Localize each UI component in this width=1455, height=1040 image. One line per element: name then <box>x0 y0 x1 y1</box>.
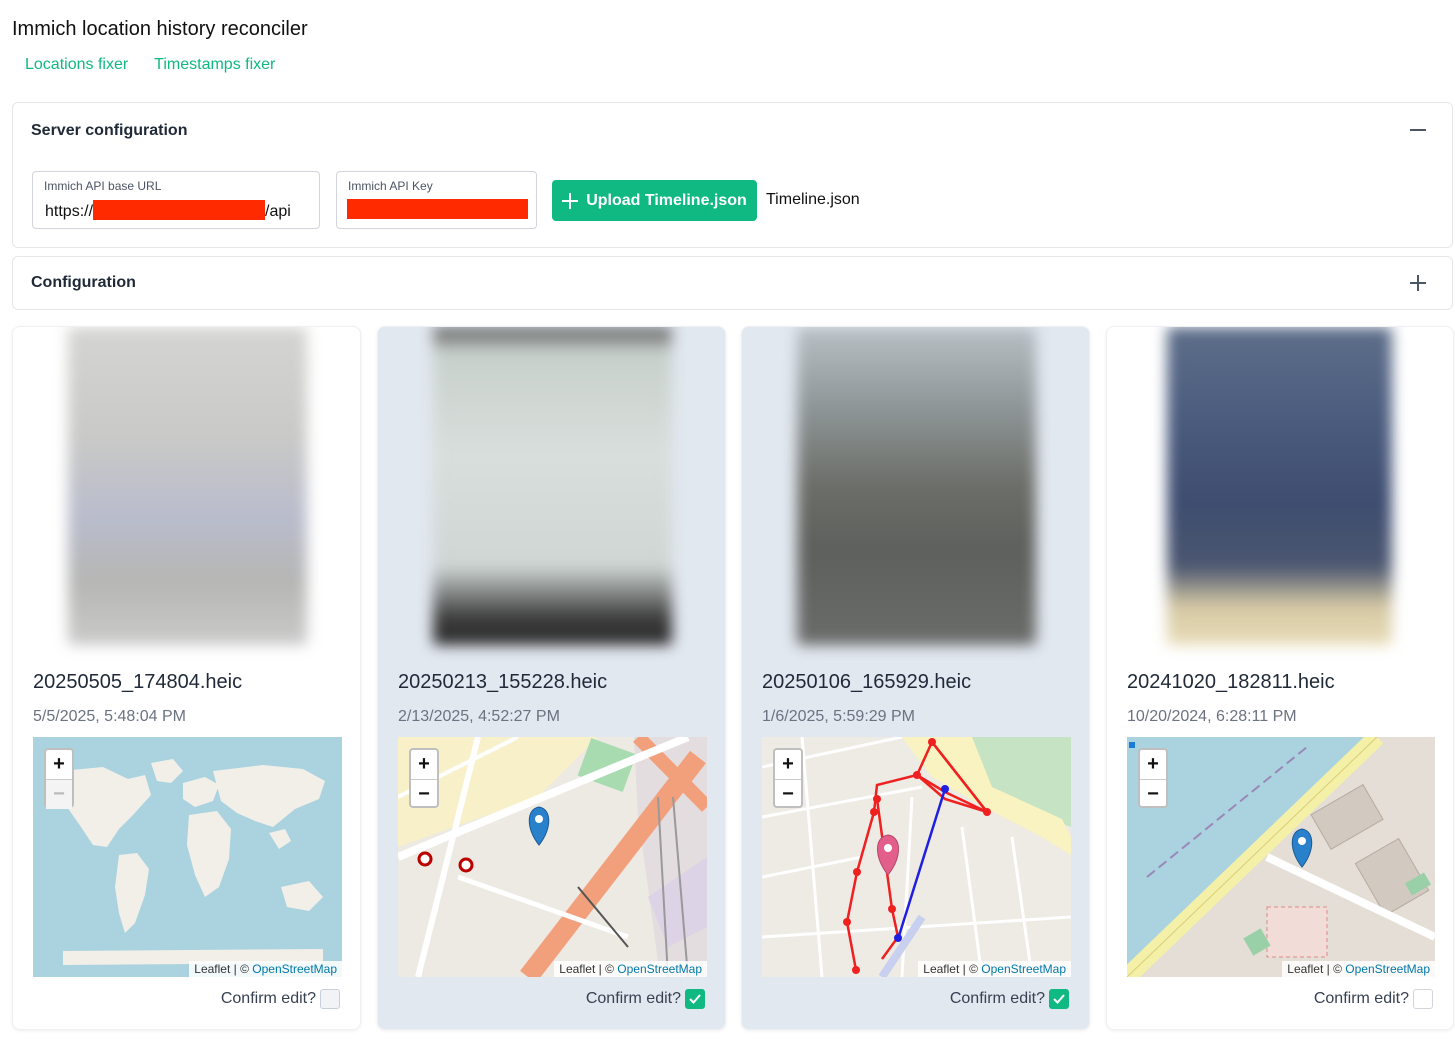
configuration-panel: Configuration <box>12 256 1453 310</box>
confirm-edit[interactable]: Confirm edit? <box>586 989 705 1009</box>
map-attribution: Leaflet | © OpenStreetMap <box>554 961 707 977</box>
zoom-out-button[interactable]: − <box>411 780 437 809</box>
photo-thumbnail <box>433 327 672 645</box>
osm-link[interactable]: OpenStreetMap <box>617 962 702 976</box>
zoom-control: + − <box>773 748 803 808</box>
zoom-out-button[interactable]: − <box>775 780 801 809</box>
leaflet-attribution[interactable]: Leaflet | © <box>1287 962 1342 976</box>
photo-filename: 20241020_182811.heic <box>1127 671 1335 693</box>
configuration-title: Configuration <box>31 274 136 291</box>
photo-timestamp: 1/6/2025, 5:59:29 PM <box>762 708 915 725</box>
photo-card[interactable]: 20250213_155228.heic 2/13/2025, 4:52:27 … <box>377 326 726 1030</box>
photo-card[interactable]: 20250505_174804.heic 5/5/2025, 5:48:04 P… <box>12 326 361 1030</box>
redaction-box <box>347 199 528 219</box>
confirm-checkbox[interactable] <box>685 989 705 1009</box>
photo-card[interactable]: 20250106_165929.heic 1/6/2025, 5:59:29 P… <box>741 326 1090 1030</box>
api-url-suffix: /api <box>265 203 291 220</box>
osm-link[interactable]: OpenStreetMap <box>981 962 1066 976</box>
confirm-edit[interactable]: Confirm edit? <box>221 989 340 1009</box>
leaflet-attribution[interactable]: Leaflet | © <box>923 962 978 976</box>
photo-timestamp: 5/5/2025, 5:48:04 PM <box>33 708 186 725</box>
confirm-checkbox[interactable] <box>1049 989 1069 1009</box>
api-url-value[interactable]: https:// /api <box>45 200 291 221</box>
upload-timeline-label: Upload Timeline.json <box>586 191 747 209</box>
redaction-box <box>93 200 266 220</box>
confirm-edit-label: Confirm edit? <box>220 990 316 1007</box>
osm-link[interactable]: OpenStreetMap <box>1345 962 1430 976</box>
zoom-out-button[interactable]: − <box>1140 780 1166 809</box>
map-tiles <box>398 737 707 977</box>
photo-thumbnail <box>68 327 307 645</box>
nav-timestamps-fixer[interactable]: Timestamps fixer <box>154 56 275 74</box>
photo-filename: 20250213_155228.heic <box>398 671 608 693</box>
plus-icon <box>562 192 579 209</box>
top-nav: Locations fixer Timestamps fixer <box>25 56 275 74</box>
confirm-edit-label: Confirm edit? <box>1313 990 1409 1007</box>
upload-timeline-button[interactable]: Upload Timeline.json <box>552 180 757 221</box>
photo-card[interactable]: 20241020_182811.heic 10/20/2024, 6:28:11… <box>1106 326 1454 1030</box>
zoom-in-button[interactable]: + <box>411 750 437 780</box>
map-tiles <box>33 737 342 977</box>
leaflet-attribution[interactable]: Leaflet | © <box>194 962 249 976</box>
api-key-label: Immich API Key <box>348 179 433 193</box>
zoom-out-button[interactable]: − <box>46 780 72 809</box>
api-url-label: Immich API base URL <box>44 179 162 193</box>
location-map[interactable]: + − Leaflet | © OpenStreetMap <box>1127 737 1435 977</box>
api-key-field[interactable]: Immich API Key <box>336 171 537 229</box>
photo-thumbnail <box>797 327 1036 645</box>
map-attribution: Leaflet | © OpenStreetMap <box>1282 961 1435 977</box>
zoom-control: + − <box>1138 748 1168 808</box>
api-url-field[interactable]: Immich API base URL https:// /api <box>32 171 320 229</box>
photo-timestamp: 10/20/2024, 6:28:11 PM <box>1127 708 1297 725</box>
location-map[interactable]: + − Leaflet | © OpenStreetMap <box>33 737 342 977</box>
confirm-edit-label: Confirm edit? <box>585 990 681 1007</box>
zoom-in-button[interactable]: + <box>1140 750 1166 780</box>
zoom-in-button[interactable]: + <box>775 750 801 780</box>
uploaded-file-name: Timeline.json <box>766 191 860 208</box>
zoom-control: + − <box>44 748 74 809</box>
map-attribution: Leaflet | © OpenStreetMap <box>918 961 1071 977</box>
osm-link[interactable]: OpenStreetMap <box>252 962 337 976</box>
leaflet-attribution[interactable]: Leaflet | © <box>559 962 614 976</box>
location-map[interactable]: + − Leaflet | © OpenStreetMap <box>398 737 707 977</box>
map-tiles <box>1127 737 1435 977</box>
server-configuration-title: Server configuration <box>31 122 188 139</box>
zoom-control: + − <box>409 748 439 808</box>
expand-icon[interactable] <box>1410 275 1426 291</box>
api-key-value[interactable] <box>347 199 528 220</box>
photo-filename: 20250505_174804.heic <box>33 671 243 693</box>
location-map[interactable]: + − Leaflet | © OpenStreetMap <box>762 737 1071 977</box>
checkmark-icon <box>689 994 701 1004</box>
photo-thumbnail <box>1167 327 1392 645</box>
photo-timestamp: 2/13/2025, 4:52:27 PM <box>398 708 560 725</box>
photo-filename: 20250106_165929.heic <box>762 671 972 693</box>
confirm-edit[interactable]: Confirm edit? <box>950 989 1069 1009</box>
confirm-checkbox[interactable] <box>320 989 340 1009</box>
zoom-in-button[interactable]: + <box>46 750 72 780</box>
nav-locations-fixer[interactable]: Locations fixer <box>25 56 128 74</box>
collapse-icon[interactable] <box>1410 122 1426 138</box>
confirm-edit-label: Confirm edit? <box>949 990 1045 1007</box>
confirm-edit[interactable]: Confirm edit? <box>1314 989 1433 1009</box>
server-configuration-panel: Server configuration Immich API base URL… <box>12 102 1453 248</box>
checkmark-icon <box>1053 994 1065 1004</box>
app-title: Immich location history reconciler <box>12 18 308 40</box>
confirm-checkbox[interactable] <box>1413 989 1433 1009</box>
map-tiles <box>762 737 1071 977</box>
api-url-prefix: https:// <box>45 203 94 220</box>
map-attribution: Leaflet | © OpenStreetMap <box>189 961 342 977</box>
